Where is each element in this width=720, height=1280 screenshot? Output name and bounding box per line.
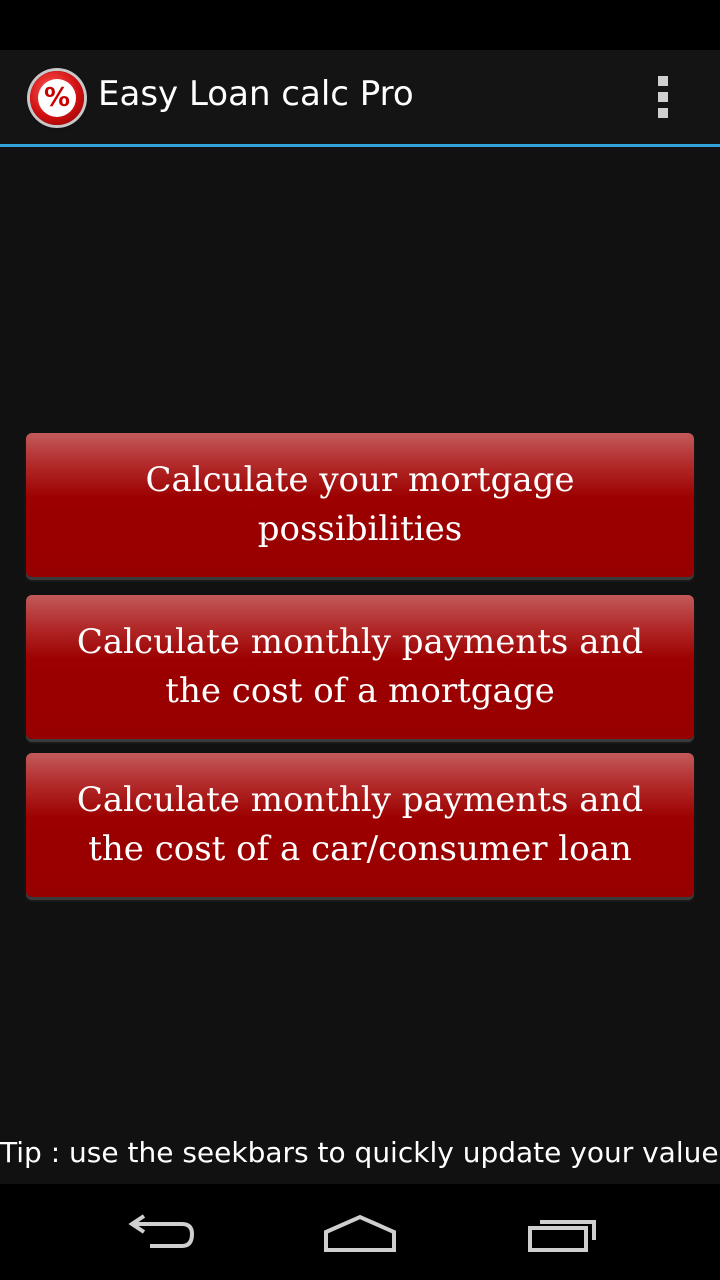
- mortgage-possibilities-label: Calculate your mortgage possibilities: [145, 460, 575, 549]
- recents-icon[interactable]: [522, 1184, 606, 1280]
- tip-text: Tip : use the seekbars to quickly update…: [0, 1136, 720, 1169]
- percent-icon[interactable]: %: [30, 71, 84, 125]
- mortgage-payments-label: Calculate monthly payments and the cost …: [76, 622, 644, 711]
- home-icon[interactable]: [318, 1184, 402, 1280]
- overflow-menu-icon[interactable]: [648, 76, 678, 120]
- action-bar-divider: [0, 144, 720, 147]
- mortgage-payments-button[interactable]: Calculate monthly payments and the cost …: [26, 595, 694, 739]
- app-icon-glyph: %: [43, 83, 71, 113]
- app-title: Easy Loan calc Pro: [98, 74, 414, 114]
- status-bar: [0, 0, 720, 50]
- mortgage-possibilities-button[interactable]: Calculate your mortgage possibilities: [26, 433, 694, 577]
- car-loan-payments-label: Calculate monthly payments and the cost …: [76, 780, 644, 869]
- action-bar: % Easy Loan calc Pro: [0, 50, 720, 147]
- back-icon[interactable]: [120, 1184, 200, 1280]
- navigation-bar: [0, 1184, 720, 1280]
- car-loan-payments-button[interactable]: Calculate monthly payments and the cost …: [26, 753, 694, 897]
